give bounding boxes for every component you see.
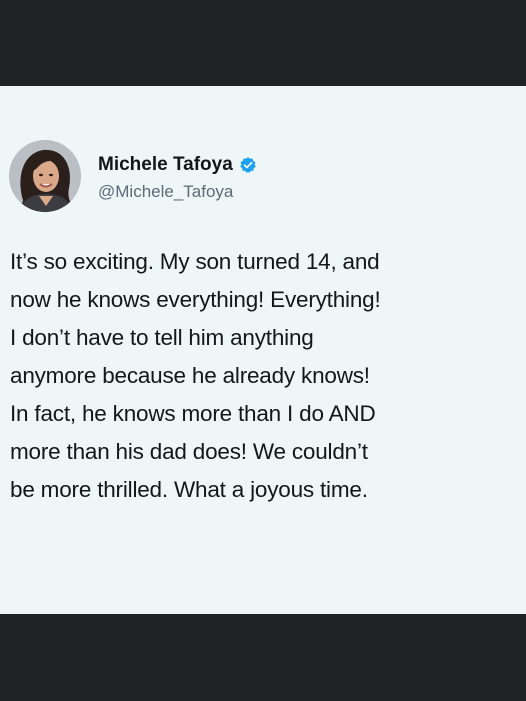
screenshot-frame: Michele Tafoya @Michele_Tafoya It’s so e… (0, 0, 526, 701)
tweet-text-line: It’s so exciting. My son turned 14, and (10, 249, 380, 274)
tweet-text-line: be more thrilled. What a joyous time. (10, 477, 368, 502)
tweet-card: Michele Tafoya @Michele_Tafoya It’s so e… (0, 86, 526, 614)
author-name-label: Michele Tafoya (98, 154, 233, 175)
author-name[interactable]: Michele Tafoya (98, 154, 257, 176)
tweet-text-line: In fact, he knows more than I do AND (10, 401, 376, 426)
tweet-text-line: anymore because he already knows! (10, 363, 370, 388)
tweet-text-line: I don’t have to tell him anything (10, 325, 314, 350)
author-handle[interactable]: @Michele_Tafoya (98, 182, 233, 202)
profile-photo (9, 140, 81, 212)
avatar[interactable] (9, 140, 81, 212)
tweet-text-line: now he knows everything! Everything! (10, 287, 381, 312)
tweet-text-line: more than his dad does! We couldn’t (10, 439, 368, 464)
verified-badge-icon (239, 156, 257, 174)
tweet-text: It’s so exciting. My son turned 14, and … (10, 243, 522, 509)
